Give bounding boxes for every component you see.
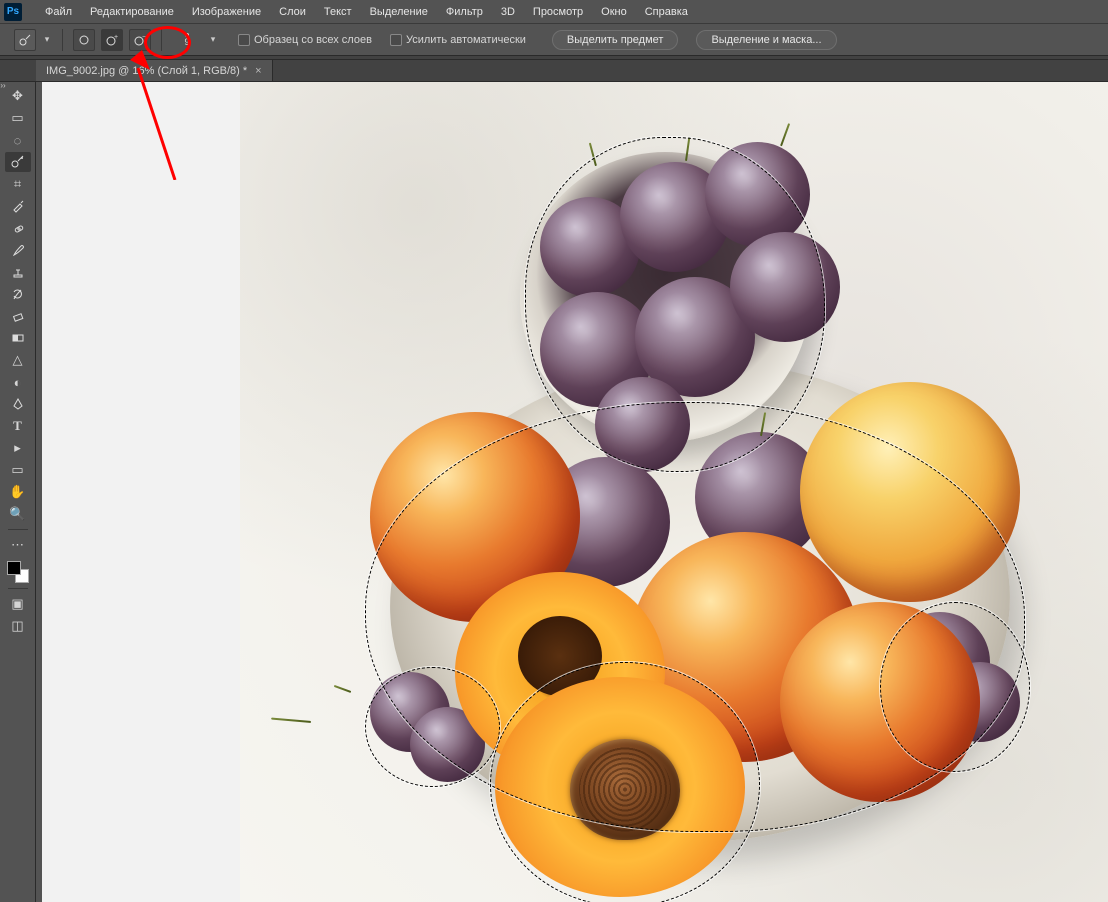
gradient-tool[interactable] — [5, 328, 31, 348]
plum-stem — [334, 685, 352, 693]
tool-preset-icon[interactable] — [14, 29, 36, 51]
document-image[interactable] — [240, 82, 1108, 902]
separator — [161, 29, 162, 51]
document-tab-title: IMG_9002.jpg @ 16% (Слой 1, RGB/8) * — [46, 65, 247, 77]
checkbox-icon[interactable] — [390, 34, 402, 46]
dodge-tool[interactable]: ◐ — [5, 372, 31, 392]
menu-view[interactable]: Просмотр — [524, 2, 592, 22]
document-tab-bar: IMG_9002.jpg @ 16% (Слой 1, RGB/8) * × — [0, 60, 1108, 82]
separator — [62, 29, 63, 51]
auto-enhance-option[interactable]: Усилить автоматически — [390, 34, 526, 46]
quick-selection-tool[interactable] — [5, 152, 31, 172]
document-tab[interactable]: IMG_9002.jpg @ 16% (Слой 1, RGB/8) * × — [36, 60, 273, 81]
add-selection-icon[interactable]: + — [101, 29, 123, 51]
marquee-tool[interactable]: ▭ — [5, 108, 31, 128]
peach-half — [495, 677, 745, 897]
quick-mask-toggle[interactable]: ▣ — [5, 594, 31, 614]
stamp-tool[interactable] — [5, 262, 31, 282]
path-selection-tool[interactable]: ▸ — [5, 438, 31, 458]
tool-panel: ›› ✥ ▭ ◌ ⌗ △ ◐ T ▸ ▭ ✋ 🔍 ⋯ ▣ ◫ — [0, 82, 36, 902]
menu-image[interactable]: Изображение — [183, 2, 270, 22]
blur-tool[interactable]: △ — [5, 350, 31, 370]
plum-stem — [780, 123, 790, 146]
svg-text:+: + — [114, 34, 118, 41]
auto-enhance-label: Усилить автоматически — [406, 34, 526, 46]
menu-filter[interactable]: Фильтр — [437, 2, 492, 22]
type-tool[interactable]: T — [5, 416, 31, 436]
canvas-area[interactable] — [36, 82, 1108, 902]
screen-mode-toggle[interactable]: ◫ — [5, 616, 31, 636]
hand-tool[interactable]: ✋ — [5, 482, 31, 502]
brush-tool[interactable] — [5, 240, 31, 260]
menu-help[interactable]: Справка — [636, 2, 697, 22]
menu-bar: Ps Файл Редактирование Изображение Слои … — [0, 0, 1108, 24]
subtract-selection-icon[interactable]: − — [129, 29, 151, 51]
color-swatches[interactable] — [7, 561, 29, 583]
zoom-tool[interactable]: 🔍 — [5, 504, 31, 524]
close-icon[interactable]: × — [255, 65, 261, 77]
menu-window[interactable]: Окно — [592, 2, 636, 22]
brush-size-dropdown[interactable]: ▾ — [208, 34, 218, 45]
peach-pit — [570, 739, 680, 840]
menu-edit[interactable]: Редактирование — [81, 2, 183, 22]
tool-preset-dropdown[interactable]: ▾ — [42, 34, 52, 45]
select-subject-button[interactable]: Выделить предмет — [552, 30, 679, 50]
shape-tool[interactable]: ▭ — [5, 460, 31, 480]
plum — [705, 142, 810, 247]
separator — [8, 529, 28, 530]
peach — [780, 602, 980, 802]
foreground-color-swatch[interactable] — [7, 561, 21, 575]
menu-layers[interactable]: Слои — [270, 2, 315, 22]
move-tool[interactable]: ✥ — [5, 86, 31, 106]
pen-tool[interactable] — [5, 394, 31, 414]
menu-select[interactable]: Выделение — [361, 2, 437, 22]
crop-tool[interactable]: ⌗ — [5, 174, 31, 194]
menu-3d[interactable]: 3D — [492, 2, 524, 22]
peach — [800, 382, 1020, 602]
menu-file[interactable]: Файл — [36, 2, 81, 22]
lasso-tool[interactable]: ◌ — [5, 130, 31, 150]
select-and-mask-button[interactable]: Выделение и маска... — [696, 30, 836, 50]
sample-all-label: Образец со всех слоев — [254, 34, 372, 46]
svg-text:−: − — [142, 34, 146, 41]
menu-text[interactable]: Текст — [315, 2, 361, 22]
plum-stem — [271, 718, 311, 723]
checkbox-icon[interactable] — [238, 34, 250, 46]
eraser-tool[interactable] — [5, 306, 31, 326]
new-selection-icon[interactable] — [73, 29, 95, 51]
history-brush-tool[interactable] — [5, 284, 31, 304]
options-bar: ▾ + − 9 ▾ Образец со всех слоев Усилить … — [0, 24, 1108, 56]
healing-tool[interactable] — [5, 218, 31, 238]
brush-size-picker[interactable]: 9 — [172, 28, 202, 52]
separator — [8, 588, 28, 589]
app-logo: Ps — [4, 3, 22, 21]
sample-all-layers-option[interactable]: Образец со всех слоев — [238, 34, 372, 46]
plum — [730, 232, 840, 342]
plum-stem — [589, 143, 597, 167]
canvas-edge — [36, 82, 42, 902]
eyedropper-tool[interactable] — [5, 196, 31, 216]
edit-toolbar[interactable]: ⋯ — [5, 535, 31, 555]
brush-size-value: 9 — [184, 37, 189, 47]
